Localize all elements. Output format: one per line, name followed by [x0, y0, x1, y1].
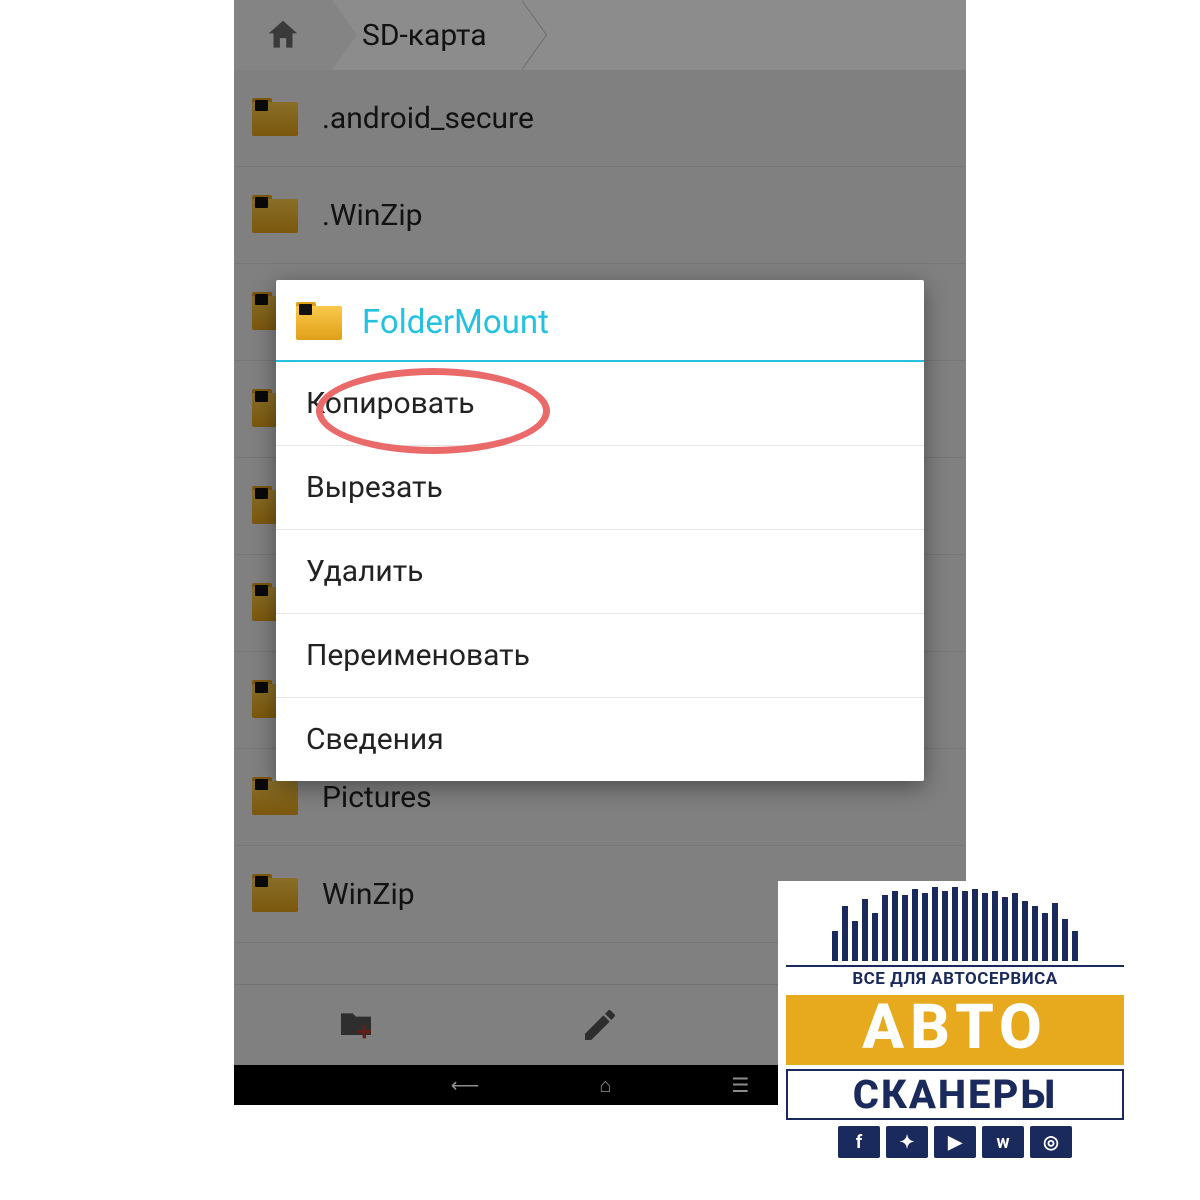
watermark-social: f ✦ ▶ w ◎: [786, 1126, 1124, 1158]
watermark-line1: АВТО: [786, 995, 1124, 1065]
facebook-icon: f: [838, 1126, 880, 1158]
vk-icon: w: [982, 1126, 1024, 1158]
watermark-line2: СКАНЕРЫ: [786, 1069, 1124, 1120]
instagram-icon: ◎: [1030, 1126, 1072, 1158]
barcode-icon: [780, 883, 1130, 965]
twitter-icon: ✦: [886, 1126, 928, 1158]
dialog-header: FolderMount: [276, 280, 924, 362]
folder-icon: [296, 302, 342, 342]
dialog-title: FolderMount: [362, 303, 549, 342]
highlight-annotation: [316, 368, 550, 454]
menu-item-details[interactable]: Сведения: [276, 698, 924, 781]
menu-item-cut[interactable]: Вырезать: [276, 446, 924, 530]
context-menu-dialog: FolderMount Копировать Вырезать Удалить …: [276, 280, 924, 781]
watermark-logo: ВСЕ ДЛЯ АВТОСЕРВИСА АВТО СКАНЕРЫ f ✦ ▶ w…: [780, 883, 1130, 1148]
youtube-icon: ▶: [934, 1126, 976, 1158]
menu-item-copy[interactable]: Копировать: [276, 362, 924, 446]
menu-item-delete[interactable]: Удалить: [276, 530, 924, 614]
menu-item-rename[interactable]: Переименовать: [276, 614, 924, 698]
watermark-caption: ВСЕ ДЛЯ АВТОСЕРВИСА: [786, 965, 1124, 993]
